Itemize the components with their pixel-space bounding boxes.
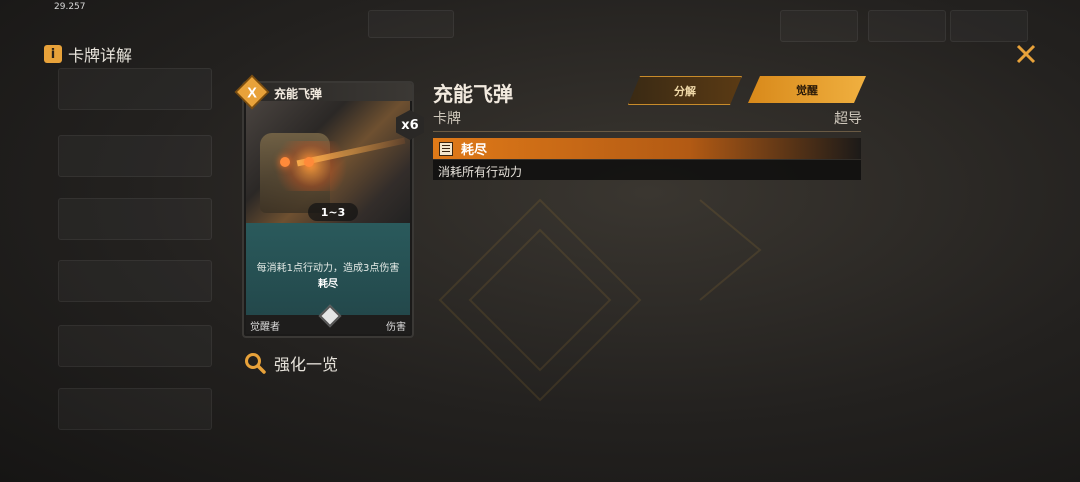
card-footer: 觉醒者 伤害 bbox=[246, 304, 410, 334]
divider bbox=[433, 131, 861, 132]
mech-eye bbox=[304, 157, 314, 167]
card-description-area: 每消耗1点行动力，造成3点伤害 耗尽 bbox=[246, 223, 410, 315]
info-icon: i bbox=[44, 45, 62, 63]
card-name: 充能飞弹 bbox=[274, 87, 323, 101]
card-keyword: 耗尽 bbox=[318, 279, 338, 290]
card-preview: 充能飞弹 1~3 每消耗1点行动力，造成3点伤害 耗尽 觉醒者 伤害 bbox=[242, 81, 414, 338]
card-category: 伤害 bbox=[386, 322, 406, 333]
card-letter-badge: X bbox=[234, 74, 270, 110]
upgrade-overview-link[interactable]: 强化一览 bbox=[244, 351, 338, 375]
bg-tab-ghost bbox=[58, 325, 212, 367]
close-icon bbox=[1016, 44, 1036, 64]
keyword-description: 消耗所有行动力 bbox=[438, 165, 523, 179]
bg-tab-ghost bbox=[950, 10, 1028, 42]
awaken-button[interactable]: 觉醒 bbox=[748, 76, 866, 103]
bg-tab-ghost bbox=[58, 68, 212, 110]
keyword-name: 耗尽 bbox=[461, 143, 488, 158]
background-layer bbox=[0, 0, 1080, 482]
status-time: 29.257 bbox=[54, 2, 86, 12]
decompose-button[interactable]: 分解 bbox=[628, 76, 742, 105]
detail-card-rarity: 超导 bbox=[834, 111, 862, 127]
keyword-bar: 耗尽 bbox=[433, 138, 861, 159]
decompose-label: 分解 bbox=[674, 84, 696, 98]
page-title: 卡牌详解 bbox=[68, 46, 133, 65]
detail-card-name: 充能飞弹 bbox=[433, 82, 513, 106]
card-description: 每消耗1点行动力，造成3点伤害 bbox=[256, 263, 400, 274]
upgrade-overview-label: 强化一览 bbox=[274, 355, 339, 374]
detail-card-type: 卡牌 bbox=[433, 111, 461, 127]
card-class: 觉醒者 bbox=[250, 322, 280, 333]
bg-tab-ghost bbox=[58, 260, 212, 302]
bg-tab-ghost bbox=[780, 10, 858, 42]
close-button[interactable] bbox=[1012, 40, 1040, 68]
cost-pill: 1~3 bbox=[308, 203, 358, 221]
bg-tab-ghost bbox=[58, 135, 212, 177]
bg-tab-ghost bbox=[58, 198, 212, 240]
bg-emblem bbox=[318, 198, 762, 402]
mech-eye bbox=[280, 157, 290, 167]
cost-value: 1~3 bbox=[320, 205, 346, 219]
search-icon bbox=[245, 353, 266, 374]
document-icon bbox=[439, 141, 453, 156]
bg-tab-ghost bbox=[368, 10, 454, 38]
header: i 卡牌详解 bbox=[44, 42, 132, 66]
keyword-description-bar: 消耗所有行动力 bbox=[433, 160, 861, 180]
bg-tab-ghost bbox=[58, 388, 212, 430]
badge-letter: X bbox=[247, 85, 257, 101]
card-count: x6 bbox=[401, 117, 419, 133]
bg-tab-ghost bbox=[868, 10, 946, 42]
awaken-label: 觉醒 bbox=[796, 83, 818, 97]
